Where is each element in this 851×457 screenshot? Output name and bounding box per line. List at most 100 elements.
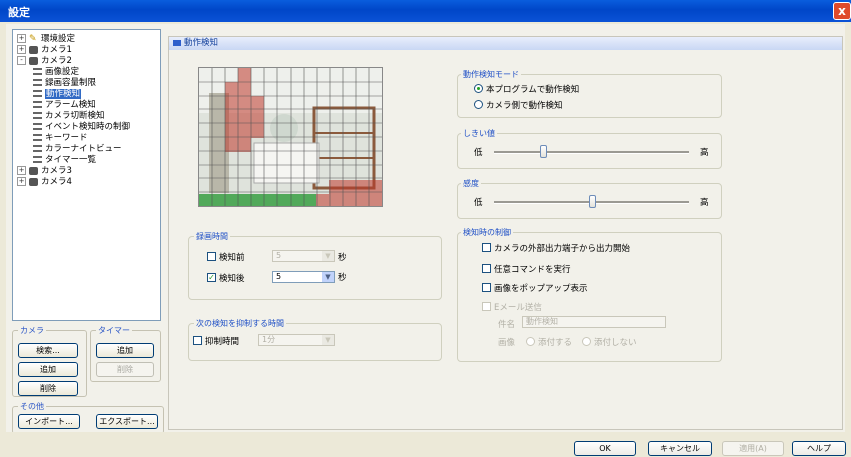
image-attach-radio[interactable]	[526, 337, 535, 346]
tree-item-label: 環境設定	[41, 34, 76, 44]
subject-label: 件名	[498, 320, 516, 330]
tree-item-label: カメラ2	[41, 56, 72, 66]
threshold-high-label: 高	[700, 148, 709, 158]
popup-image-checkbox[interactable]	[482, 283, 491, 292]
threshold-low-label: 低	[474, 148, 483, 158]
leaf-icon	[33, 68, 42, 75]
scene-object	[270, 114, 298, 142]
camera-search-button[interactable]: 検索...	[18, 343, 78, 358]
camera-group-title: カメラ	[18, 325, 46, 336]
expand-icon[interactable]: +	[17, 34, 26, 43]
tree-item[interactable]: アラーム検知	[33, 100, 96, 111]
run-command-checkbox[interactable]	[482, 264, 491, 273]
leaf-icon	[33, 90, 42, 97]
timer-delete-button[interactable]: 削除	[96, 362, 154, 377]
camera-icon	[29, 45, 38, 54]
tree-item[interactable]: タイマー一覧	[33, 155, 96, 166]
sensitivity-low-label: 低	[474, 198, 483, 208]
mode-program-radio[interactable]	[474, 84, 483, 93]
popup-image-label: 画像をポップアップ表示	[494, 284, 588, 294]
external-output-checkbox[interactable]	[482, 243, 491, 252]
tree-item[interactable]: キーワード	[33, 133, 88, 144]
after-detection-checkbox[interactable]: ✓	[207, 273, 216, 282]
expand-icon[interactable]: +	[17, 166, 26, 175]
apply-button[interactable]: 適用(A)	[722, 441, 784, 456]
settings-tree[interactable]: + ✎ 環境設定 + カメラ1- カメラ2 画像設定 録画容量制限 動作検知 アラーム検知 カメラ切…	[12, 29, 161, 321]
sensitivity-slider-thumb[interactable]	[589, 195, 596, 208]
sensitivity-title: 感度	[461, 178, 481, 189]
image-no-attach-radio[interactable]	[582, 337, 591, 346]
suppress-label: 抑制時間	[205, 337, 240, 347]
after-seconds-label: 秒	[338, 273, 347, 283]
panel-header-icon	[173, 39, 181, 46]
control-title: 検知時の制御	[461, 227, 513, 238]
run-command-label: 任意コマンドを実行	[494, 265, 571, 275]
tree-item[interactable]: + カメラ4	[17, 177, 72, 188]
before-detection-checkbox[interactable]	[207, 252, 216, 261]
panel-title: 動作検知	[184, 38, 219, 48]
tree-item-label: 録画容量制限	[45, 78, 97, 88]
suppress-title: 次の検知を抑制する時間	[194, 318, 286, 329]
tree-item[interactable]: + カメラ1	[17, 45, 72, 56]
tree-item-label: イベント検知時の制御	[45, 122, 131, 132]
tree-item[interactable]: 画像設定	[33, 67, 79, 78]
tree-item-label: カメラ切断検知	[45, 111, 105, 121]
before-seconds-label: 秒	[338, 253, 347, 263]
detection-mode-group	[457, 74, 722, 118]
mode-camera-label: カメラ側で動作検知	[486, 101, 563, 111]
suppress-checkbox[interactable]	[193, 336, 202, 345]
camera-icon	[29, 177, 38, 186]
other-group-title: その他	[18, 401, 46, 412]
external-output-label: カメラの外部出力端子から出力開始	[494, 244, 631, 254]
email-checkbox[interactable]	[482, 302, 491, 311]
chevron-down-icon: ▼	[322, 335, 334, 345]
image-label: 画像	[498, 338, 516, 348]
after-detection-combo[interactable]: 5 ▼	[272, 271, 335, 283]
collapse-icon[interactable]: -	[17, 56, 26, 65]
mode-camera-radio[interactable]	[474, 100, 483, 109]
before-detection-combo[interactable]: 5 ▼	[272, 250, 335, 262]
leaf-icon	[33, 79, 42, 86]
mode-program-label: 本プログラムで動作検知	[486, 85, 580, 95]
before-detection-value: 5	[276, 251, 282, 260]
expand-icon[interactable]: +	[17, 45, 26, 54]
ok-button[interactable]: OK	[574, 441, 636, 456]
subject-input[interactable]: 動作検知	[522, 316, 666, 328]
leaf-icon	[33, 134, 42, 141]
cancel-button[interactable]: キャンセル	[648, 441, 712, 456]
window-title: 設定	[8, 7, 30, 19]
image-attach-label: 添付する	[538, 338, 573, 348]
help-button[interactable]: ヘルプ	[792, 441, 846, 456]
timer-group-title: タイマー	[96, 325, 132, 336]
timer-add-button[interactable]: 追加	[96, 343, 154, 358]
tree-item[interactable]: + カメラ3	[17, 166, 72, 177]
threshold-slider-thumb[interactable]	[540, 145, 547, 158]
tree-item-label: カメラ4	[41, 177, 72, 187]
tree-item-label: アラーム検知	[45, 100, 96, 110]
environment-icon: ✎	[29, 33, 37, 44]
recording-time-group	[188, 236, 442, 300]
camera-add-button[interactable]: 追加	[18, 362, 78, 377]
chevron-down-icon: ▼	[322, 272, 334, 282]
tree-item[interactable]: + ✎ 環境設定	[17, 34, 75, 45]
camera-delete-button[interactable]: 削除	[18, 381, 78, 396]
tree-item[interactable]: 録画容量制限	[33, 78, 96, 89]
expand-icon[interactable]: +	[17, 177, 26, 186]
tree-item[interactable]: 動作検知	[33, 89, 82, 100]
camera-preview[interactable]	[198, 67, 383, 207]
import-button[interactable]: インポート...	[18, 414, 80, 429]
tree-item[interactable]: カメラ切断検知	[33, 111, 105, 122]
tree-item[interactable]: - カメラ2	[17, 56, 72, 67]
export-button[interactable]: エクスポート...	[96, 414, 158, 429]
before-detection-label: 検知前	[219, 253, 245, 263]
close-button[interactable]: x	[833, 2, 851, 20]
panel-header: 動作検知	[169, 37, 842, 50]
threshold-slider-track[interactable]	[494, 151, 689, 154]
suppress-combo[interactable]: 1分 ▼	[258, 334, 335, 346]
detection-mask-green	[199, 194, 316, 206]
detection-mode-title: 動作検知モード	[461, 69, 521, 80]
title-bar: 設定 x	[0, 0, 851, 22]
tree-item[interactable]: イベント検知時の制御	[33, 122, 130, 133]
leaf-icon	[33, 156, 42, 163]
tree-item[interactable]: カラーナイトビュー	[33, 144, 122, 155]
